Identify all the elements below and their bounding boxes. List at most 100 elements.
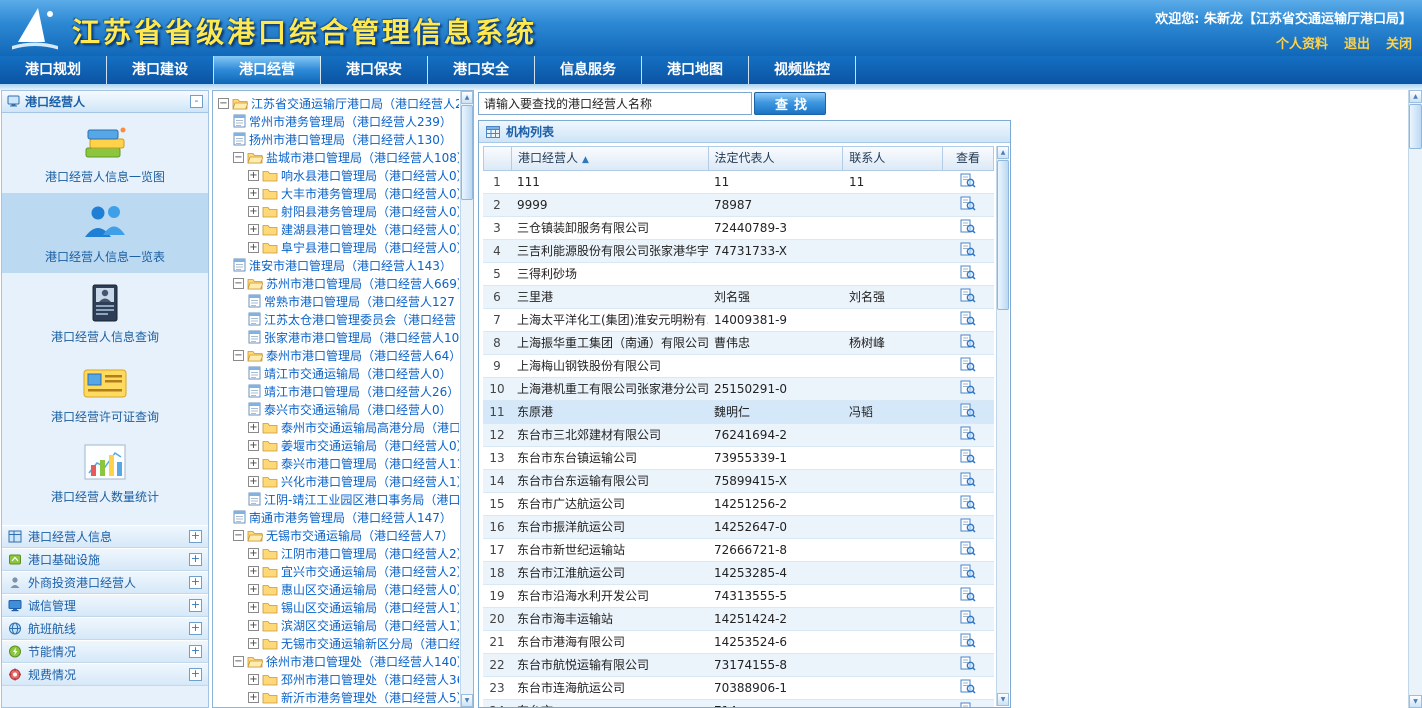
collapse-icon[interactable]: − (233, 530, 244, 541)
table-row[interactable]: 23东台市连海航运公司70388906-1 (483, 677, 994, 700)
sidebar-panel-诚信管理[interactable]: 诚信管理+ (2, 594, 208, 617)
scroll-thumb[interactable] (997, 160, 1009, 310)
tree-item[interactable]: 张家港市港口管理局（港口经营人10 (215, 328, 459, 346)
tree-item[interactable]: 常州市港务管理局（港口经营人239） (215, 112, 459, 130)
tree-item[interactable]: 扬州市港口管理局（港口经营人130） (215, 130, 459, 148)
collapse-icon[interactable]: − (218, 98, 229, 109)
view-icon[interactable] (960, 361, 976, 375)
table-row[interactable]: 4三吉利能源股份有限公司张家港华宇…74731733-X (483, 240, 994, 263)
sidebar-panel-规费情况[interactable]: 规费情况+ (2, 663, 208, 686)
tab-信息服务[interactable]: 信息服务 (535, 56, 642, 84)
expand-icon[interactable]: + (248, 422, 259, 433)
view-icon[interactable] (960, 292, 976, 306)
view-icon[interactable] (960, 200, 976, 214)
tree-item[interactable]: 淮安市港口管理局（港口经营人143） (215, 256, 459, 274)
expand-button[interactable]: + (189, 553, 202, 566)
sidebar-item-港口经营许可证查询[interactable]: 港口经营许可证查询 (2, 353, 208, 433)
tree-item[interactable]: −无锡市交通运输局（港口经营人7） (215, 526, 459, 544)
tree-item[interactable]: +建湖县港口管理处（港口经营人0） (215, 220, 459, 238)
tree-item[interactable]: +无锡市交通运输新区分局（港口经营 (215, 634, 459, 652)
sidebar-panel-节能情况[interactable]: 节能情况+ (2, 640, 208, 663)
table-row[interactable]: 10上海港机重工有限公司张家港分公司25150291-0 (483, 378, 994, 401)
view-icon[interactable] (960, 246, 976, 260)
scroll-up-icon[interactable]: ▲ (1409, 90, 1422, 103)
sidebar-item-港口经营人信息一览图[interactable]: 港口经营人信息一览图 (2, 113, 208, 193)
expand-button[interactable]: + (189, 530, 202, 543)
tab-港口规划[interactable]: 港口规划 (0, 56, 107, 84)
table-row[interactable]: 11111111 (483, 171, 994, 194)
table-row[interactable]: 5三得利砂场 (483, 263, 994, 286)
tree-item[interactable]: +兴化市港口管理局（港口经营人1） (215, 472, 459, 490)
scroll-thumb[interactable] (1409, 104, 1422, 149)
expand-icon[interactable]: + (248, 602, 259, 613)
table-row[interactable]: 20东台市海丰运输站14251424-2 (483, 608, 994, 631)
view-icon[interactable] (960, 499, 976, 513)
view-icon[interactable] (960, 706, 976, 707)
table-row[interactable]: 24东台市…714… (483, 700, 994, 707)
tree-item[interactable]: −苏州市港口管理局（港口经营人669） (215, 274, 459, 292)
view-icon[interactable] (960, 315, 976, 329)
tree-item[interactable]: +滨湖区交通运输局（港口经营人1） (215, 616, 459, 634)
collapse-button[interactable]: - (190, 95, 203, 108)
view-icon[interactable] (960, 453, 976, 467)
tree-item[interactable]: 靖江市港口管理局（港口经营人26） (215, 382, 459, 400)
table-row[interactable]: 12东台市三北郊建材有限公司76241694-2 (483, 424, 994, 447)
header-link-个人资料[interactable]: 个人资料 (1276, 37, 1328, 52)
tree-item[interactable]: −泰州市港口管理局（港口经营人64） (215, 346, 459, 364)
expand-icon[interactable]: + (248, 566, 259, 577)
col-header-legal-rep[interactable]: 法定代表人 (709, 147, 844, 170)
view-icon[interactable] (960, 384, 976, 398)
scroll-up-icon[interactable]: ▲ (461, 91, 473, 104)
tree-item[interactable]: +姜堰市交通运输局（港口经营人0） (215, 436, 459, 454)
expand-icon[interactable]: + (248, 692, 259, 703)
scroll-down-icon[interactable]: ▼ (461, 694, 473, 707)
view-icon[interactable] (960, 591, 976, 605)
table-row[interactable]: 11东原港魏明仁冯韬 (483, 401, 994, 424)
view-icon[interactable] (960, 545, 976, 559)
col-header-operator[interactable]: 港口经营人▲ (512, 147, 709, 170)
view-icon[interactable] (960, 223, 976, 237)
tab-港口地图[interactable]: 港口地图 (642, 56, 749, 84)
table-row[interactable]: 16东台市振洋航运公司14252647-0 (483, 516, 994, 539)
expand-button[interactable]: + (189, 645, 202, 658)
view-icon[interactable] (960, 637, 976, 651)
table-row[interactable]: 3三仓镇装卸服务有限公司72440789-3 (483, 217, 994, 240)
collapse-icon[interactable]: − (233, 350, 244, 361)
expand-icon[interactable]: + (248, 548, 259, 559)
tree-item[interactable]: −盐城市港口管理局（港口经营人108） (215, 148, 459, 166)
tree-item[interactable]: +泰州市交通运输局高港分局（港口经 (215, 418, 459, 436)
table-row[interactable]: 7上海太平洋化工(集团)淮安元明粉有…14009381-9 (483, 309, 994, 332)
expand-button[interactable]: + (189, 622, 202, 635)
view-icon[interactable] (960, 407, 976, 421)
tree-item[interactable]: +大丰市港务管理局（港口经营人0） (215, 184, 459, 202)
collapse-icon[interactable]: − (233, 278, 244, 289)
expand-button[interactable]: + (189, 668, 202, 681)
table-row[interactable]: 19东台市沿海水利开发公司74313555-5 (483, 585, 994, 608)
expand-icon[interactable]: + (248, 170, 259, 181)
view-icon[interactable] (960, 660, 976, 674)
table-row[interactable]: 21东台市港海有限公司14253524-6 (483, 631, 994, 654)
tree-item[interactable]: +阜宁县港口管理局（港口经营人0） (215, 238, 459, 256)
expand-icon[interactable]: + (248, 638, 259, 649)
tree-item[interactable]: 南通市港务管理局（港口经营人147） (215, 508, 459, 526)
sidebar-panel-港口基础设施[interactable]: 港口基础设施+ (2, 548, 208, 571)
sidebar-panel-外商投资港口经营人[interactable]: 外商投资港口经营人+ (2, 571, 208, 594)
tree-item[interactable]: −徐州市港口管理处（港口经营人140） (215, 652, 459, 670)
tree-item[interactable]: 江阴-靖江工业园区港口事务局（港口 (215, 490, 459, 508)
expand-icon[interactable]: + (248, 440, 259, 451)
page-scrollbar[interactable]: ▲ ▼ (1408, 90, 1422, 708)
view-icon[interactable] (960, 338, 976, 352)
expand-icon[interactable]: + (248, 584, 259, 595)
expand-icon[interactable]: + (248, 242, 259, 253)
table-row[interactable]: 14东台市台东运输有限公司75899415-X (483, 470, 994, 493)
table-row[interactable]: 22东台市航悦运输有限公司73174155-8 (483, 654, 994, 677)
tree-item[interactable]: +锡山区交通运输局（港口经营人1） (215, 598, 459, 616)
tree-item[interactable]: 江苏太仓港口管理委员会（港口经营 (215, 310, 459, 328)
col-header-view[interactable]: 查看 (943, 147, 993, 170)
sidebar-header[interactable]: 港口经营人 - (2, 91, 208, 113)
view-icon[interactable] (960, 476, 976, 490)
tree-item[interactable]: +泰兴市港口管理局（港口经营人11） (215, 454, 459, 472)
expand-icon[interactable]: + (248, 206, 259, 217)
table-scrollbar[interactable]: ▲ ▼ (996, 146, 1009, 706)
view-icon[interactable] (960, 614, 976, 628)
